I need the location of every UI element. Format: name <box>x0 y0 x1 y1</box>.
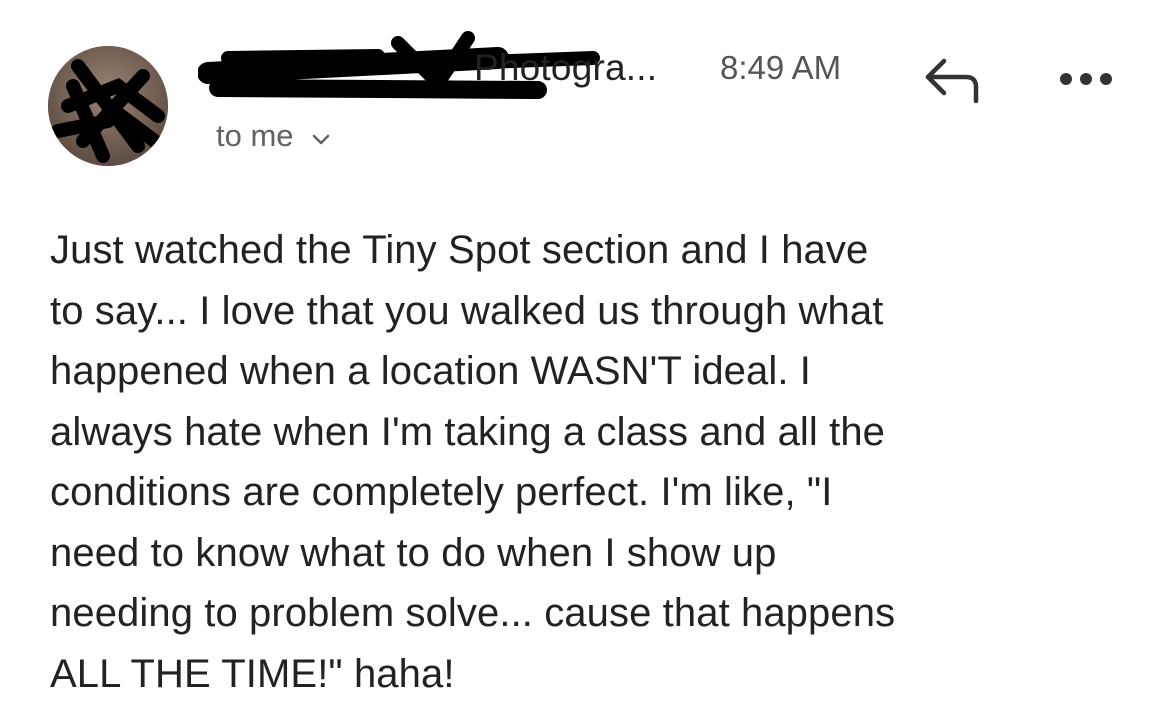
avatar-photo-redacted <box>48 46 168 166</box>
more-horizontal-icon <box>1060 73 1112 85</box>
message-body: Just watched the Tiny Spot section and I… <box>50 228 896 696</box>
reply-button[interactable] <box>922 55 984 109</box>
chevron-down-icon <box>312 118 330 154</box>
recipient-toggle[interactable]: to me <box>216 118 330 154</box>
more-options-button[interactable] <box>1056 66 1116 92</box>
sender-avatar[interactable] <box>48 46 168 166</box>
sender-name[interactable]: Photogra... <box>474 48 657 88</box>
message-time: 8:49 AM <box>720 49 842 86</box>
email-message: Photogra... 8:49 AM to me Just watched t… <box>0 0 1170 728</box>
reply-arrow-icon <box>925 58 979 104</box>
recipient-label: to me <box>216 118 294 153</box>
